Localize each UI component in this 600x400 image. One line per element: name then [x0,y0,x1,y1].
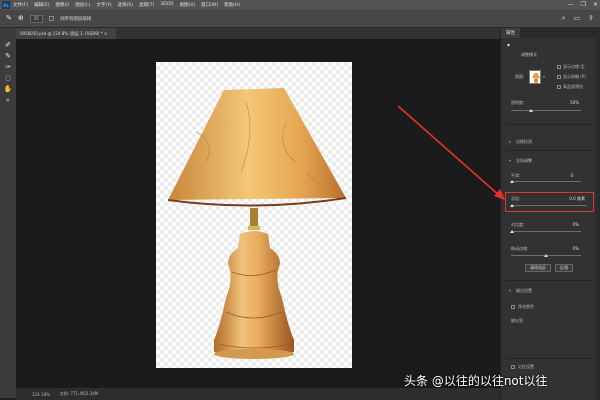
hand-tool-icon[interactable]: ✋ [4,86,13,93]
watermark: 头条 @以往的以往not以往 [404,374,548,388]
shift-edge-slider-thumb[interactable] [544,254,548,257]
zoom-level[interactable]: 124.18% [32,392,50,397]
menu-bar: Ps 文件(F) 编辑(E) 图像(I) 图层(L) 文字(Y) 选择(S) 滤镜(T) 3D… [0,0,600,10]
shift-edge-value[interactable]: 0% [557,246,579,251]
contrast-value[interactable]: 0% [557,222,579,227]
panel-scrollbar[interactable] [596,38,600,400]
opacity-slider-thumb[interactable] [529,109,533,112]
remember-settings-label: 记住设置 [518,364,534,369]
options-right-icons: ⌕ ▭ ⇪ [562,14,594,23]
menu-item[interactable]: 文字(Y) [96,2,111,8]
tools-panel: ✐ ✎ ✑ ◌ ✋ ⌕ [0,28,16,398]
decontaminate-checkbox[interactable] [511,305,515,309]
panel-settings-icon[interactable]: ▾ [507,42,510,49]
invert-label: 反相 [560,265,568,270]
menu-item[interactable]: 滤镜(T) [139,2,154,8]
document-tab[interactable]: 0056050.psd @ 124.8% (图层 1, RGB/8) * × [16,28,116,39]
edge-detection-section[interactable]: 边缘检测 [516,139,532,145]
global-refine-chevron-icon[interactable]: ▾ [509,158,511,163]
invert-button[interactable]: 反相 [555,264,573,272]
contrast-slider-thumb[interactable] [510,230,514,233]
menu-item[interactable]: 窗口(W) [201,2,218,8]
share-icon[interactable]: ⇪ [588,14,594,23]
document-tab-label: 0056050.psd @ 124.8% (图层 1, RGB/8) * [20,31,103,36]
menu-item[interactable]: 选择(S) [118,2,133,8]
global-refine-section[interactable]: 全局调整 [516,158,532,164]
view-dropdown-icon[interactable]: ▾ [543,74,545,79]
search-icon[interactable]: ⌕ [562,14,566,23]
panel-tab-bar: 属性 [501,28,600,38]
menu-item[interactable]: 3D(D) [160,2,173,8]
brush-size-field[interactable]: 25 [29,14,43,23]
view-label: 视图: [515,74,525,79]
smooth-value[interactable]: 0 [557,173,573,178]
workspace-icon[interactable]: ▭ [574,14,581,23]
show-edge-checkbox[interactable] [557,65,561,69]
document-tab-bar: 0056050.psd @ 124.8% (图层 1, RGB/8) * × [16,28,500,39]
status-bar: 124.18% 文档: 771.4K/2.34M [16,388,500,400]
menu-item[interactable]: 图层(L) [75,2,90,8]
shift-edge-label: 移动边缘: [511,246,529,251]
brush-size-value: 25 [33,16,39,21]
menu-item[interactable]: 帮助(H) [224,2,240,8]
clear-selection-label: 清除选区 [530,265,546,270]
lamp-image [167,88,347,359]
brush-tool-icon-2[interactable]: ✑ [5,64,11,71]
feather-highlight-box [505,192,594,212]
edge-detection-chevron-icon[interactable]: ▸ [509,139,511,144]
document-info: 文档: 771.4K/2.34M [59,391,99,396]
properties-panel: 属性 ▾ 调整模式 视图: ▾ 显示边缘 (J) 显示原稿 (P) 高品质预览 … [500,28,600,400]
feather-label: 羽化: [511,196,521,201]
feather-slider[interactable] [511,205,587,206]
contrast-slider[interactable] [511,231,581,232]
show-edge-label: 显示边缘 (J) [563,64,585,69]
output-settings-chevron-icon[interactable]: ▾ [509,288,511,293]
brush-size-icon[interactable]: ⊕ [18,15,24,22]
menu-item[interactable]: 文件(F) [13,2,28,8]
quick-selection-tool-icon[interactable]: ✐ [5,42,11,49]
menu-item[interactable]: 图像(I) [55,2,69,8]
output-to-label: 输出到 [511,318,523,323]
options-bar: ✎ ⊕ 25 对所有图层取样 ⌕ ▭ ⇪ [0,10,600,28]
opacity-slider[interactable] [511,110,581,111]
clear-selection-button[interactable]: 清除选区 [525,264,551,272]
sample-all-layers-checkbox[interactable] [48,16,54,21]
zoom-tool-icon[interactable]: ⌕ [6,97,10,104]
canvas-area[interactable] [16,39,500,388]
section-title: 调整模式 [521,52,537,57]
show-original-checkbox[interactable] [557,75,561,79]
tab-close-icon[interactable]: × [104,31,107,36]
maximize-button[interactable]: ❐ [581,1,586,8]
sample-all-layers-label: 对所有图层取样 [59,16,92,22]
decontaminate-label: 净化颜色 [518,304,534,309]
minimize-button[interactable]: — [568,1,574,8]
document-canvas[interactable] [156,62,352,368]
refine-edge-brush-icon[interactable]: ✎ [5,53,11,60]
photoshop-logo: Ps [2,1,10,9]
feather-value[interactable]: 0.0 像素 [553,196,585,202]
smooth-slider-thumb[interactable] [510,180,514,183]
opacity-value[interactable]: 50% [557,100,579,105]
hq-preview-label: 高品质预览 [563,84,583,89]
smooth-label: 平滑: [511,173,521,178]
menu-item[interactable]: 视图(V) [180,2,196,8]
menu-item[interactable]: 编辑(E) [34,2,49,8]
close-button[interactable]: ✕ [593,1,598,8]
contrast-label: 对比度: [511,222,525,227]
brush-tool-icon[interactable]: ✎ [6,15,12,22]
hq-preview-checkbox[interactable] [557,85,561,89]
menu-items: 文件(F) 编辑(E) 图像(I) 图层(L) 文字(Y) 选择(S) 滤镜(T) 3D(D)… [13,2,240,8]
lasso-tool-icon[interactable]: ◌ [5,75,11,82]
remember-settings-checkbox[interactable] [511,365,515,369]
output-settings-section[interactable]: 输出设置 [516,288,532,294]
view-thumbnail[interactable] [529,70,541,84]
opacity-label: 透明度: [511,100,525,105]
window-controls: — ❐ ✕ [568,1,598,8]
tab-properties[interactable]: 属性 [501,28,520,38]
show-original-label: 显示原稿 (P) [563,74,586,79]
smooth-slider[interactable] [511,181,581,182]
feather-slider-thumb[interactable] [510,204,514,207]
